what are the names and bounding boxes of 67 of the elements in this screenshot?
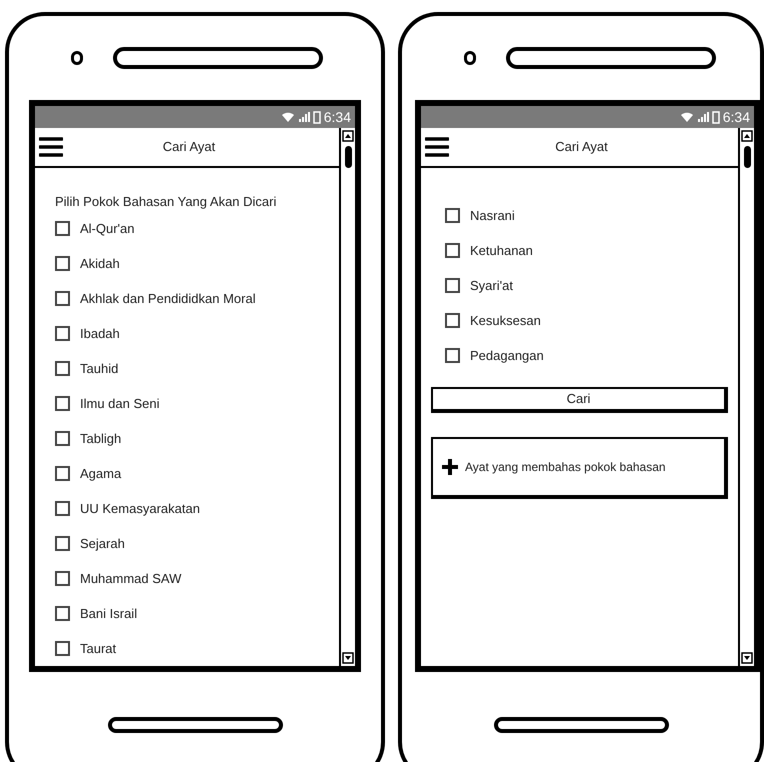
menu-icon[interactable] [39, 136, 63, 158]
scroll-thumb[interactable] [344, 146, 352, 168]
checkbox-label: UU Kemasyarakatan [80, 500, 200, 518]
checkbox-label: Ketuhanan [470, 242, 533, 260]
section-heading: Pilih Pokok Bahasan Yang Akan Dicari [55, 192, 278, 211]
checkbox-label: Ibadah [80, 324, 120, 343]
checkbox-label: Ilmu dan Seni [80, 394, 160, 413]
checkbox-label: Tabligh [80, 430, 122, 448]
checkbox[interactable] [55, 326, 70, 341]
checkbox-label: Al-Qur'an [80, 220, 135, 238]
battery-icon [312, 110, 321, 124]
checkbox[interactable] [55, 571, 70, 586]
speaker-icon [506, 47, 716, 69]
checkbox-label: Akhlak dan Pendididkan Moral [80, 290, 256, 308]
status-time: 6:34 [324, 108, 351, 126]
panel-label: Ayat yang membahas pokok bahasan [465, 459, 666, 476]
checkbox[interactable] [445, 243, 460, 258]
checkbox[interactable] [55, 606, 70, 621]
checkbox-label: Akidah [80, 254, 120, 273]
wifi-icon [680, 111, 694, 123]
checkbox-label: Tauhid [80, 360, 118, 378]
checkbox[interactable] [55, 536, 70, 551]
checkbox[interactable] [55, 396, 70, 411]
checkbox[interactable] [55, 641, 70, 656]
checkbox[interactable] [55, 361, 70, 376]
checkbox[interactable] [55, 466, 70, 481]
result-panel[interactable]: Ayat yang membahas pokok bahasan [431, 437, 728, 499]
speaker-icon [113, 47, 323, 69]
wifi-icon [280, 111, 295, 123]
screen-title: Cari Ayat [554, 138, 609, 156]
scroll-up-icon[interactable] [741, 130, 753, 142]
camera-icon [71, 51, 83, 65]
screen-title: Cari Ayat [162, 138, 216, 156]
plus-icon [441, 458, 459, 476]
checkbox[interactable] [445, 313, 460, 328]
checkbox[interactable] [55, 291, 70, 306]
status-time: 6:34 [722, 108, 750, 126]
checkbox-label: Bani Israil [80, 604, 138, 623]
checkbox-label: Syari'at [470, 276, 513, 295]
checkbox[interactable] [55, 501, 70, 516]
scrollbar[interactable] [738, 128, 754, 666]
checkbox[interactable] [55, 221, 70, 236]
scroll-thumb[interactable] [744, 146, 750, 168]
checkbox[interactable] [445, 208, 460, 223]
battery-icon [712, 110, 720, 124]
scroll-down-icon[interactable] [741, 652, 753, 664]
checkbox[interactable] [445, 348, 460, 363]
home-button[interactable] [494, 717, 668, 733]
scrollbar[interactable] [339, 128, 355, 666]
scroll-down-icon[interactable] [342, 652, 354, 664]
checkbox-label: Kesuksesan [470, 312, 541, 330]
checkbox-label: Muhammad SAW [80, 570, 182, 588]
home-button[interactable] [108, 717, 282, 733]
checkbox-label: Pedagangan [470, 346, 544, 365]
scroll-up-icon[interactable] [342, 130, 354, 142]
search-button[interactable]: Cari [431, 387, 728, 413]
checkbox-label: Sejarah [80, 534, 125, 553]
checkbox-label: Taurat [80, 640, 116, 658]
checkbox-label: Nasrani [470, 206, 515, 225]
camera-icon [464, 51, 476, 65]
signal-icon [696, 111, 709, 123]
menu-icon[interactable] [425, 136, 449, 158]
checkbox[interactable] [445, 278, 460, 293]
signal-icon [298, 111, 310, 123]
checkbox[interactable] [55, 431, 70, 446]
checkbox[interactable] [55, 256, 70, 271]
checkbox-label: Agama [80, 464, 122, 483]
